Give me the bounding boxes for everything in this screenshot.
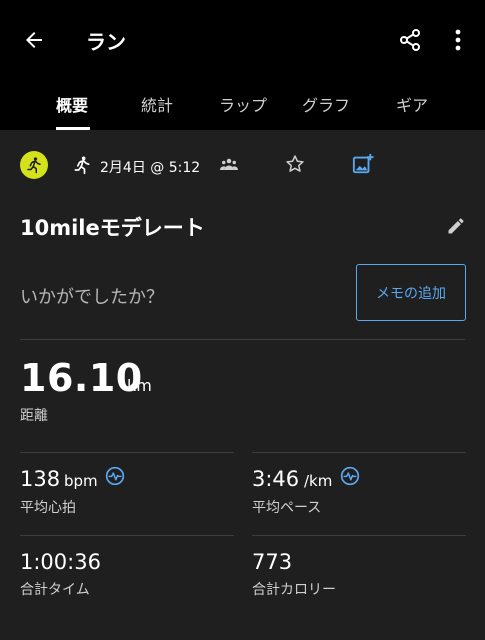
app-bar: ラン	[0, 0, 485, 80]
tab-overview[interactable]: 概要	[56, 92, 88, 116]
activity-date: 2月4日 @ 5:12	[100, 160, 201, 176]
edit-pencil-icon[interactable]	[446, 216, 466, 236]
add-memo-button[interactable]: メモの追加	[356, 264, 466, 321]
pace-info-icon[interactable]	[340, 466, 360, 486]
divider	[252, 535, 466, 536]
total-time-value: 1:00:36	[20, 550, 101, 574]
distance-value: 16.10	[20, 356, 143, 400]
avg-pace-value: 3:46	[252, 467, 300, 491]
divider	[20, 535, 234, 536]
total-time-label: 合計タイム	[20, 582, 90, 598]
divider	[20, 452, 234, 453]
back-button[interactable]	[18, 24, 50, 56]
add-photo-icon[interactable]	[352, 153, 374, 175]
avg-pace-label: 平均ペース	[252, 500, 322, 516]
tab-bar: 概要 統計 ラップ グラフ ギア	[0, 80, 485, 130]
star-outline-icon[interactable]	[285, 154, 305, 174]
share-icon	[400, 29, 420, 51]
divider	[252, 452, 466, 453]
tab-stats[interactable]: 統計	[141, 92, 173, 116]
tab-graphs[interactable]: グラフ	[302, 92, 350, 116]
note-prompt[interactable]: いかがでしたか？	[20, 283, 164, 309]
page-title: ラン	[86, 30, 126, 54]
tab-laps[interactable]: ラップ	[219, 92, 267, 116]
distance-unit: km	[127, 376, 152, 395]
running-icon	[74, 156, 90, 175]
avg-hr-unit: bpm	[64, 472, 98, 490]
group-icon[interactable]	[220, 157, 238, 171]
heart-rate-icon[interactable]	[105, 466, 125, 486]
runner-icon	[27, 157, 41, 174]
more-options-button[interactable]	[446, 24, 470, 56]
distance-label: 距離	[20, 408, 48, 424]
avg-hr-label: 平均心拍	[20, 500, 76, 516]
active-tab-indicator	[56, 127, 90, 130]
tab-gear[interactable]: ギア	[396, 92, 428, 116]
avg-pace-unit: /km	[304, 472, 333, 490]
calories-value: 773	[252, 550, 293, 574]
share-button[interactable]	[394, 24, 426, 56]
more-vert-icon	[455, 29, 461, 51]
activity-name: 10mileモデレート	[20, 216, 205, 240]
divider	[20, 339, 465, 340]
arrow-back-icon	[26, 32, 42, 48]
calories-label: 合計カロリー	[252, 582, 336, 598]
avg-hr-value: 138	[20, 467, 61, 491]
activity-type-badge[interactable]	[20, 151, 48, 179]
activity-meta-row: 2月4日 @ 5:12	[0, 145, 485, 185]
